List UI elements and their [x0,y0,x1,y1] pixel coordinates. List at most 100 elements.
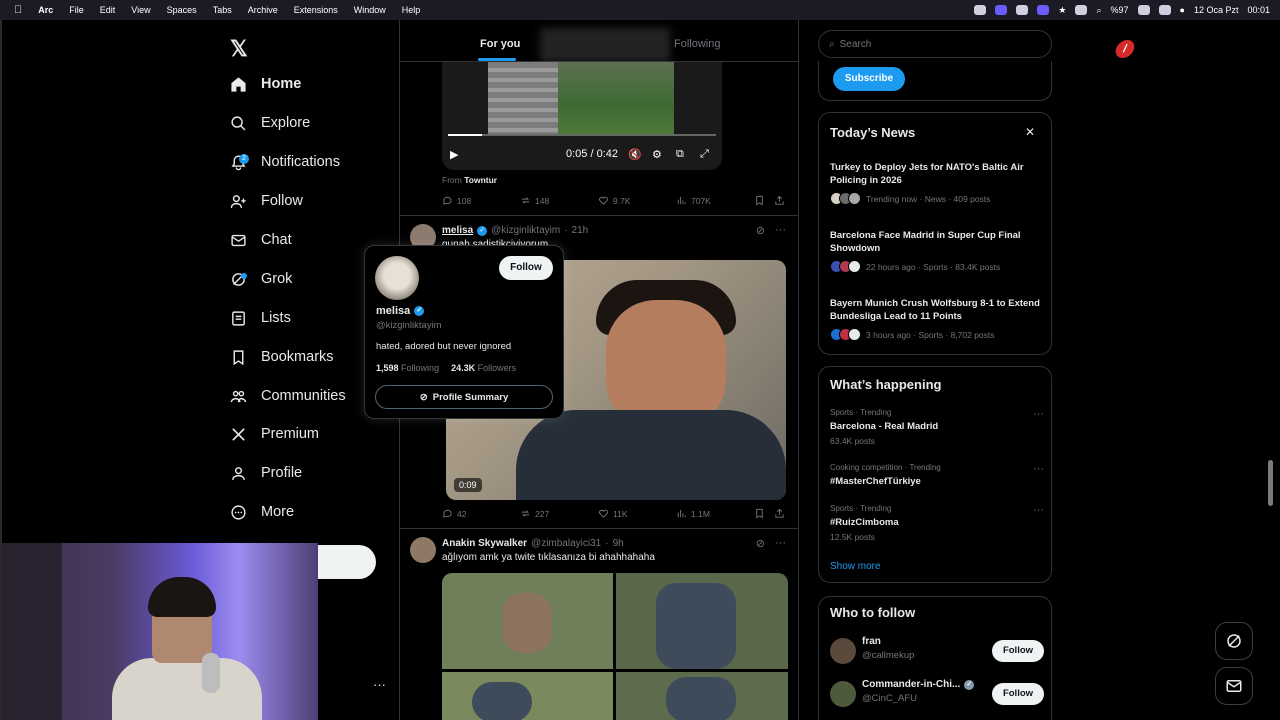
news-item[interactable]: Turkey to Deploy Jets for NATO's Baltic … [830,161,1040,205]
follow-suggestion[interactable]: Commander-in-Chi... ✓ @CinC_AFU Follow [830,679,1044,709]
nav-lists[interactable]: Lists [230,304,291,332]
views-button[interactable]: 1.1M [676,508,710,519]
share-button[interactable] [774,508,785,519]
suggestion-name[interactable]: fran [862,636,881,647]
nav-notifications[interactable]: 2 Notifications [230,148,340,176]
post-video-player[interactable]: ▶ 0:05 / 0:42 🔇 ⚙ ⧉ ⤢ [442,62,722,170]
hover-name[interactable]: melisa [376,305,410,317]
follow-suggestion[interactable]: fran @callmekup Follow [830,636,1044,666]
menu-window[interactable]: Window [354,5,386,15]
bookmark-button[interactable] [754,195,765,206]
apple-menu-icon[interactable]:  [14,4,22,16]
tab-following[interactable]: Following [674,38,720,50]
display-icon[interactable] [1016,5,1029,15]
share-button[interactable] [774,195,785,206]
subscribe-button[interactable]: Subscribe [833,67,905,91]
reply-button[interactable]: 42 [442,508,466,519]
spotlight-icon[interactable]: ⌕ [1096,5,1101,16]
more-icon[interactable]: ··· [775,224,786,237]
account-more-button[interactable]: ··· [373,677,386,692]
nav-chat[interactable]: Chat [230,226,292,254]
nav-explore[interactable]: Explore [230,109,310,137]
post-time[interactable]: 21h [572,225,589,236]
post-image[interactable] [442,672,613,720]
menu-time[interactable]: 00:01 [1247,5,1270,15]
author-name[interactable]: melisa [442,225,473,236]
news-item[interactable]: Barcelona Face Madrid in Super Cup Final… [830,229,1040,273]
pip-icon[interactable]: ⧉ [676,148,684,161]
x-logo-icon[interactable]: 𝕏 [230,36,248,62]
nav-follow[interactable]: Follow [230,187,303,215]
menu-view[interactable]: View [131,5,150,15]
menu-file[interactable]: File [69,5,84,15]
mute-icon[interactable]: 🔇 [628,148,642,161]
avatar[interactable] [410,537,436,563]
from-source-name[interactable]: Towntur [464,175,497,185]
settings-icon[interactable]: ⚙ [652,148,662,161]
reply-button[interactable]: 108 [442,195,471,206]
author-handle[interactable]: @zimbalayici31 [531,538,601,549]
avatar[interactable] [830,681,856,707]
trend-item[interactable]: Sports · Trending Barcelona - Real Madri… [830,408,1044,446]
card-icon[interactable] [1075,5,1088,15]
profile-summary-button[interactable]: ⊘ Profile Summary [375,385,553,409]
status-app-icon[interactable] [974,5,987,15]
more-icon[interactable]: ··· [775,537,786,550]
video-progress-track[interactable] [448,134,716,136]
star-icon[interactable]: ★ [1058,5,1066,16]
suggestion-name[interactable]: Commander-in-Chi... [862,679,960,690]
bookmark-button[interactable] [754,508,765,519]
fullscreen-icon[interactable]: ⤢ [700,148,709,161]
news-item[interactable]: Bayern Munich Crush Wolfsburg 8-1 to Ext… [830,297,1040,341]
follow-button[interactable]: Follow [499,256,553,280]
play-icon[interactable]: ▶ [450,148,458,161]
nav-communities[interactable]: Communities [230,382,346,410]
hover-handle[interactable]: @kizginliktayim [376,320,442,331]
page-scrollbar[interactable] [1268,460,1273,506]
followers-link[interactable]: 24.3K Followers [451,363,516,373]
more-icon[interactable]: ··· [1033,504,1044,516]
nav-premium[interactable]: Premium [230,420,319,448]
views-button[interactable]: 707K [676,195,711,206]
menu-help[interactable]: Help [402,5,421,15]
menu-spaces[interactable]: Spaces [167,5,197,15]
more-icon[interactable]: ··· [1033,408,1044,420]
control-center-icon[interactable] [1158,5,1171,15]
menu-edit[interactable]: Edit [100,5,116,15]
grok-icon[interactable]: ⊘ [756,537,765,550]
trend-item[interactable]: Sports · Trending #RuizCimboma 12.5K pos… [830,504,1044,542]
grok-fab[interactable] [1215,622,1253,660]
like-button[interactable]: 9.7K [598,195,631,206]
nav-grok[interactable]: Grok [230,265,292,293]
more-icon[interactable]: ··· [1033,463,1044,475]
following-link[interactable]: 1,598 Following [376,363,439,373]
author-handle[interactable]: @kizginliktayim [491,225,560,236]
like-button[interactable]: 11K [598,508,628,519]
menu-archive[interactable]: Archive [248,5,278,15]
follow-button[interactable]: Follow [992,683,1044,705]
tab-for-you[interactable]: For you [480,38,520,50]
messages-fab[interactable] [1215,667,1253,705]
trend-item[interactable]: Cooking competition · Trending #MasterCh… [830,463,1044,487]
post-time[interactable]: 9h [613,538,624,549]
menu-date[interactable]: 12 Oca Pzt [1194,5,1239,15]
menu-tabs[interactable]: Tabs [213,5,232,15]
nav-home[interactable]: Home [230,70,301,98]
screen-record-icon[interactable] [995,5,1008,15]
repost-button[interactable]: 148 [520,195,549,206]
hover-avatar[interactable] [375,256,419,300]
menu-extensions[interactable]: Extensions [294,5,338,15]
siri-icon[interactable]: ● [1180,5,1185,15]
search-input[interactable] [839,38,1030,50]
menu-app-name[interactable]: Arc [38,5,53,15]
nav-bookmarks[interactable]: Bookmarks [230,343,334,371]
post-image[interactable] [616,672,788,720]
avatar[interactable] [830,638,856,664]
close-icon[interactable]: ✕ [1025,125,1035,139]
stage-manager-icon[interactable] [1037,5,1050,15]
grok-icon[interactable]: ⊘ [756,224,765,237]
author-name[interactable]: Anakin Skywalker [442,538,527,549]
search-box[interactable]: ⌕ [818,30,1052,58]
nav-more[interactable]: More [230,498,294,526]
show-more-link[interactable]: Show more [830,561,881,572]
